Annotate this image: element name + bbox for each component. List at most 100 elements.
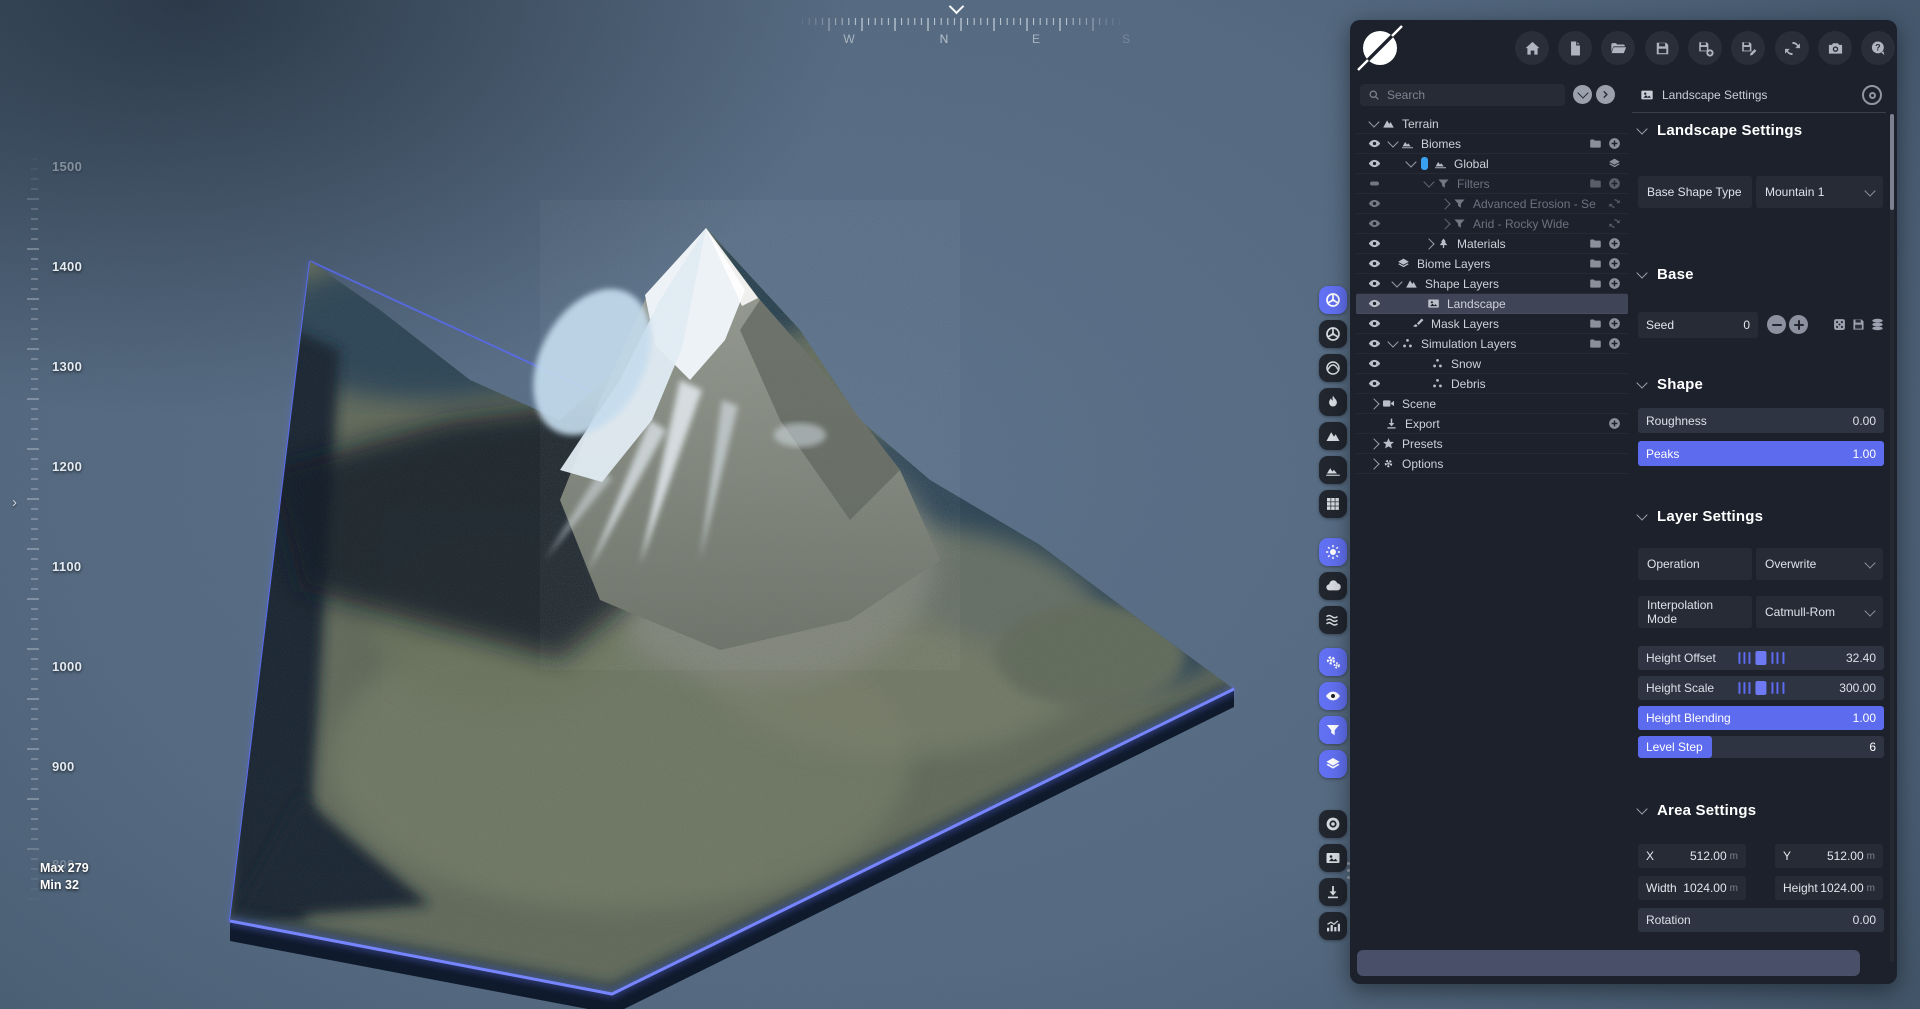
roughness-slider[interactable]: Roughness 0.00 bbox=[1638, 408, 1884, 433]
chevron-right-icon[interactable] bbox=[1368, 398, 1379, 409]
peaks-slider[interactable]: Peaks 1.00 bbox=[1638, 441, 1884, 466]
tree-row-materials[interactable]: Materials bbox=[1356, 234, 1628, 254]
search-input[interactable]: Search bbox=[1360, 84, 1565, 106]
collapse-all-button[interactable] bbox=[1573, 85, 1592, 104]
save-as-button[interactable] bbox=[1688, 31, 1722, 65]
folder-icon[interactable] bbox=[1589, 317, 1602, 330]
eye-icon[interactable] bbox=[1368, 337, 1381, 350]
tool-water-button[interactable] bbox=[1319, 606, 1347, 634]
tree-row-advanced-erosion[interactable]: Advanced Erosion - Se bbox=[1356, 194, 1628, 214]
eye-icon[interactable] bbox=[1368, 237, 1381, 250]
tree-row-arid-rocky-wide[interactable]: Arid - Rocky Wide bbox=[1356, 214, 1628, 234]
help-button[interactable] bbox=[1861, 31, 1895, 65]
home-button[interactable] bbox=[1515, 31, 1549, 65]
add-icon[interactable] bbox=[1608, 257, 1621, 270]
add-icon[interactable] bbox=[1608, 277, 1621, 290]
tree-row-simulation-layers[interactable]: Simulation Layers bbox=[1356, 334, 1628, 354]
tree-row-filters[interactable]: Filters bbox=[1356, 174, 1628, 194]
add-icon[interactable] bbox=[1608, 177, 1621, 190]
seed-decrement-button[interactable] bbox=[1767, 315, 1786, 334]
expand-panel-arrow[interactable]: › bbox=[12, 494, 17, 511]
randomize-dice-icon[interactable] bbox=[1832, 317, 1847, 332]
layers-icon[interactable] bbox=[1608, 157, 1621, 170]
rotation-slider[interactable]: Rotation 0.00 bbox=[1638, 908, 1884, 932]
section-landscape-settings[interactable]: Landscape Settings bbox=[1638, 122, 1802, 139]
tree-row-global[interactable]: Global bbox=[1356, 154, 1628, 174]
sync-button[interactable] bbox=[1775, 31, 1809, 65]
eye-icon[interactable] bbox=[1368, 357, 1381, 370]
tree-row-biome-layers[interactable]: Biome Layers bbox=[1356, 254, 1628, 274]
tree-row-mask-layers[interactable]: Mask Layers bbox=[1356, 314, 1628, 334]
tree-row-shape-layers[interactable]: Shape Layers bbox=[1356, 274, 1628, 294]
height-scale-scrubber[interactable]: Height Scale 300.00 bbox=[1638, 676, 1884, 700]
tool-mountain-button[interactable] bbox=[1319, 422, 1347, 450]
tree-row-terrain[interactable]: Terrain bbox=[1356, 114, 1628, 134]
new-file-button[interactable] bbox=[1558, 31, 1592, 65]
open-project-button[interactable] bbox=[1601, 31, 1635, 65]
folder-icon[interactable] bbox=[1589, 337, 1602, 350]
tree-row-scene[interactable]: Scene bbox=[1356, 394, 1628, 414]
chevron-right-icon[interactable] bbox=[1368, 458, 1379, 469]
scrollbar-track[interactable] bbox=[1890, 114, 1894, 962]
tree-row-debris[interactable]: Debris bbox=[1356, 374, 1628, 394]
section-base[interactable]: Base bbox=[1638, 266, 1694, 283]
tool-record-button[interactable] bbox=[1319, 810, 1347, 838]
tree-row-presets[interactable]: Presets bbox=[1356, 434, 1628, 454]
add-icon[interactable] bbox=[1608, 317, 1621, 330]
tool-stats-button[interactable] bbox=[1319, 912, 1347, 940]
panel-pin-button[interactable] bbox=[1862, 85, 1882, 105]
chevron-down-icon[interactable] bbox=[1423, 176, 1434, 187]
tree-row-export[interactable]: Export bbox=[1356, 414, 1628, 434]
chevron-down-icon[interactable] bbox=[1368, 116, 1379, 127]
eye-icon[interactable] bbox=[1368, 297, 1381, 310]
chevron-right-icon[interactable] bbox=[1439, 218, 1450, 229]
area-width-field[interactable]: Width 1024.00 m bbox=[1638, 876, 1746, 900]
tree-row-biomes[interactable]: Biomes bbox=[1356, 134, 1628, 154]
save-button[interactable] bbox=[1645, 31, 1679, 65]
tool-terrain-wheel-alt-button[interactable] bbox=[1319, 320, 1347, 348]
section-shape[interactable]: Shape bbox=[1638, 376, 1703, 393]
level-step-slider[interactable]: Level Step 6 bbox=[1638, 736, 1884, 758]
tool-island-button[interactable] bbox=[1319, 456, 1347, 484]
folder-icon[interactable] bbox=[1589, 257, 1602, 270]
chevron-down-icon[interactable] bbox=[1391, 276, 1402, 287]
screenshot-button[interactable] bbox=[1818, 31, 1852, 65]
area-x-field[interactable]: X 512.00 m bbox=[1638, 844, 1746, 868]
eye-icon[interactable] bbox=[1368, 197, 1381, 210]
chevron-down-icon[interactable] bbox=[1405, 156, 1416, 167]
chevron-right-icon[interactable] bbox=[1439, 198, 1450, 209]
tool-flame-button[interactable] bbox=[1319, 388, 1347, 416]
tree-row-options[interactable]: Options bbox=[1356, 454, 1628, 474]
refresh-icon[interactable] bbox=[1608, 197, 1621, 210]
tool-grid-button[interactable] bbox=[1319, 490, 1347, 518]
eye-icon[interactable] bbox=[1368, 277, 1381, 290]
tree-row-snow[interactable]: Snow bbox=[1356, 354, 1628, 374]
folder-icon[interactable] bbox=[1589, 277, 1602, 290]
area-height-field[interactable]: Height 1024.00 m bbox=[1775, 876, 1883, 900]
folder-icon[interactable] bbox=[1589, 137, 1602, 150]
add-icon[interactable] bbox=[1608, 337, 1621, 350]
eye-off-icon[interactable] bbox=[1368, 177, 1381, 190]
add-icon[interactable] bbox=[1608, 137, 1621, 150]
area-y-field[interactable]: Y 512.00 m bbox=[1775, 844, 1883, 868]
scrollbar-thumb[interactable] bbox=[1890, 114, 1894, 210]
eye-icon[interactable] bbox=[1368, 137, 1381, 150]
base-shape-type-dropdown[interactable]: Mountain 1 bbox=[1756, 176, 1883, 208]
save-seed-icon[interactable] bbox=[1851, 317, 1866, 332]
tool-snapshot-button[interactable] bbox=[1319, 844, 1347, 872]
add-icon[interactable] bbox=[1608, 237, 1621, 250]
tool-terrain-wheel-button[interactable] bbox=[1319, 286, 1347, 314]
chevron-down-icon[interactable] bbox=[1387, 336, 1398, 347]
tool-layers-button[interactable] bbox=[1319, 750, 1347, 778]
seed-increment-button[interactable] bbox=[1789, 315, 1808, 334]
interpolation-mode-dropdown[interactable]: Catmull-Rom bbox=[1756, 596, 1883, 628]
section-layer-settings[interactable]: Layer Settings bbox=[1638, 508, 1763, 525]
seed-field[interactable]: Seed 0 bbox=[1638, 312, 1758, 338]
tool-filter-button[interactable] bbox=[1319, 716, 1347, 744]
tool-download-button[interactable] bbox=[1319, 878, 1347, 906]
eye-icon[interactable] bbox=[1368, 257, 1381, 270]
eye-icon[interactable] bbox=[1368, 157, 1381, 170]
chevron-right-icon[interactable] bbox=[1423, 238, 1434, 249]
operation-dropdown[interactable]: Overwrite bbox=[1756, 548, 1883, 580]
tool-cloud-button[interactable] bbox=[1319, 572, 1347, 600]
